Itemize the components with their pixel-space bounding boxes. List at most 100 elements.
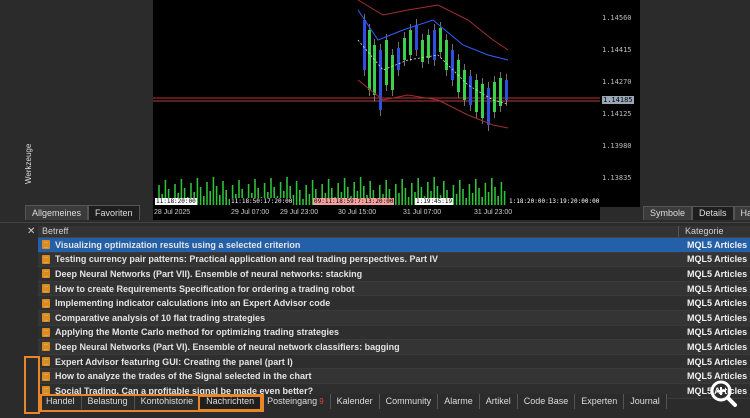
- tab-artikel[interactable]: Artikel: [479, 394, 518, 409]
- table-row[interactable]: Implementing indicator calculations into…: [38, 296, 750, 311]
- tab-posteingang[interactable]: Posteingang 9: [261, 394, 331, 409]
- table-row[interactable]: Testing currency pair patterns: Practica…: [38, 252, 750, 268]
- article-title: How to create Requirements Specification…: [55, 283, 355, 294]
- tab-allgemeines[interactable]: Allgemeines: [25, 205, 89, 220]
- table-row[interactable]: Expert Advisor featuring GUI: Creating t…: [38, 354, 750, 370]
- table-row[interactable]: How to create Requirements Specification…: [38, 281, 750, 297]
- tab-label: Experten: [581, 396, 618, 406]
- price-tick: 1.13835: [602, 174, 632, 182]
- table-row[interactable]: Comparative analysis of 10 flat trading …: [38, 310, 750, 326]
- unread-badge: 9: [319, 397, 324, 406]
- tab-favoriten[interactable]: Favoriten: [88, 205, 140, 220]
- volume-bar: [497, 196, 499, 205]
- table-row[interactable]: Deep Neural Networks (Part VI). Ensemble…: [38, 340, 750, 355]
- volume-bar: [481, 197, 483, 205]
- candle-body: [368, 30, 371, 90]
- annotation-box-side: [24, 356, 40, 414]
- volume-bar: [484, 183, 487, 205]
- tab-kalender[interactable]: Kalender: [330, 394, 380, 409]
- candle-body: [445, 40, 448, 70]
- candle-body: [481, 84, 484, 118]
- close-icon[interactable]: ✕: [27, 226, 35, 237]
- article-category: MQL5 Articles: [687, 254, 748, 265]
- volume-bar: [308, 194, 311, 205]
- volume-bar: [491, 178, 493, 205]
- tab-ha[interactable]: Ha: [733, 206, 750, 220]
- table-row[interactable]: How to analyze the trades of the Signal …: [38, 369, 750, 384]
- time-tick: 30 Jul 15:00: [338, 209, 377, 216]
- article-title: Implementing indicator calculations into…: [55, 298, 331, 309]
- article-category: MQL5 Articles: [687, 283, 748, 294]
- table-row[interactable]: Visualizing optimization results using a…: [38, 238, 750, 253]
- time-tick: 29 Jul 07:00: [231, 209, 270, 216]
- zoom-in-icon[interactable]: [708, 378, 738, 408]
- article-icon: [42, 269, 50, 279]
- article-category: MQL5 Articles: [687, 239, 748, 250]
- candle-body: [397, 48, 400, 70]
- candle-body: [409, 30, 412, 55]
- annotation-box-nachrichten: [198, 395, 262, 411]
- volume-bar: [295, 181, 298, 205]
- volume-bar: [212, 177, 215, 205]
- table-row[interactable]: Deep Neural Networks (Part VII). Ensembl…: [38, 267, 750, 282]
- tab-community[interactable]: Community: [379, 394, 439, 409]
- price-tick: 1.13980: [602, 142, 632, 150]
- volume-bar: [462, 189, 464, 205]
- volume-bar: [404, 188, 407, 205]
- candle-body: [487, 88, 490, 125]
- time-tick: 31 Jul 07:00: [403, 209, 442, 216]
- column-header-subject[interactable]: Betreff: [38, 226, 678, 237]
- volume-bar: [459, 180, 461, 205]
- volume-bar: [471, 193, 474, 205]
- volume-bar: [302, 199, 304, 205]
- tab-label: Alarme: [444, 396, 473, 406]
- candle-body: [403, 38, 406, 60]
- price-chart[interactable]: 11:18:20:00 11:18:50:17:20:00 09:11:18:59:…: [153, 0, 600, 220]
- article-category: MQL5 Articles: [687, 327, 748, 338]
- time-tick: 29 Jul 23:00: [280, 209, 319, 216]
- article-title: Testing currency pair patterns: Practica…: [55, 254, 438, 265]
- volume-bar: [407, 197, 410, 205]
- article-icon: [42, 313, 50, 323]
- tab-symbole[interactable]: Symbole: [643, 206, 693, 220]
- time-tick: 28 Jul 2025: [154, 209, 191, 216]
- article-icon: [42, 284, 50, 294]
- volume-bar: [478, 188, 480, 205]
- candle-body: [469, 76, 472, 105]
- volume-bar: [299, 190, 301, 205]
- tab-alarme[interactable]: Alarme: [438, 394, 480, 409]
- tab-journal[interactable]: Journal: [624, 394, 667, 409]
- candle-body: [451, 50, 454, 80]
- volume-bar: [398, 193, 400, 205]
- candle-body: [363, 20, 366, 70]
- candle-body: [415, 25, 418, 50]
- candlestick-plot[interactable]: [153, 0, 600, 220]
- article-icon: [42, 298, 50, 308]
- candle-body: [493, 82, 496, 112]
- price-scale[interactable]: 1.14560 1.14415 1.14270 1.14125 1.13980 …: [600, 0, 640, 207]
- volume-label: 1:19:45:19: [415, 198, 454, 205]
- candle-body: [499, 78, 502, 106]
- volume-bar: [487, 192, 490, 205]
- article-icon: [42, 254, 50, 264]
- table-row[interactable]: Applying the Monte Carlo method for opti…: [38, 325, 750, 341]
- volume-label: 1:18:20:00:13:19:20:00:00:00: [508, 198, 600, 205]
- tab-experten[interactable]: Experten: [575, 394, 625, 409]
- volume-bar: [500, 182, 503, 205]
- tab-code-base[interactable]: Code Base: [517, 394, 576, 409]
- article-icon: [42, 342, 50, 352]
- article-title: Visualizing optimization results using a…: [55, 239, 301, 250]
- column-header-category[interactable]: Kategorie: [678, 226, 750, 237]
- candle-body: [505, 80, 508, 100]
- navigator-tabs: Allgemeines Favoriten: [25, 205, 140, 220]
- tab-details[interactable]: Details: [692, 206, 734, 220]
- article-category: MQL5 Articles: [687, 356, 748, 367]
- article-title: Expert Advisor featuring GUI: Creating t…: [55, 356, 293, 367]
- current-price-label: 1.14185: [602, 96, 634, 104]
- volume-bar: [206, 182, 208, 205]
- table-header: Betreff Kategorie: [38, 226, 750, 238]
- volume-bar: [455, 194, 458, 205]
- article-title: Applying the Monte Carlo method for opti…: [55, 327, 340, 338]
- volume-label: 11:18:20:00: [155, 198, 197, 205]
- volume-bar: [219, 195, 221, 205]
